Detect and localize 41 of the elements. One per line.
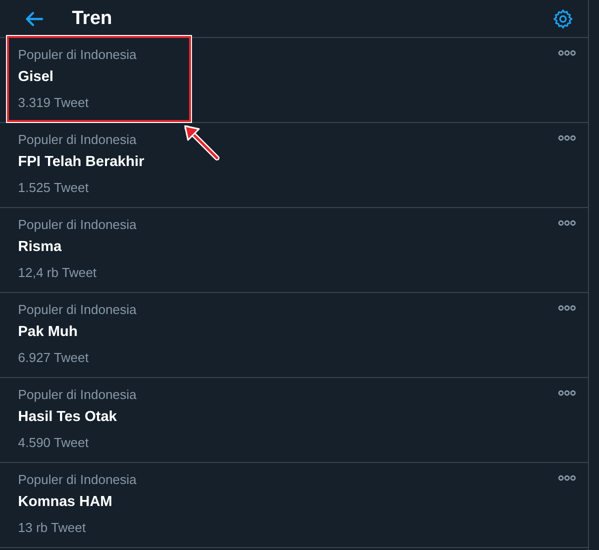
trend-category: Populer di Indonesia [18,301,137,318]
trend-name: Pak Muh [18,323,78,342]
more-button[interactable] [558,305,576,313]
more-icon [558,135,576,141]
page-title: Tren [72,8,114,30]
more-button[interactable] [558,50,576,58]
more-button[interactable] [558,220,576,228]
trend-name: Risma [18,238,62,257]
trend-item[interactable]: Populer di Indonesia Komnas HAM 13 rb Tweet [0,463,588,548]
more-icon [558,390,576,396]
tweet-count: 1.525 Tweet [18,179,89,196]
settings-icon [552,8,574,30]
trend-category: Populer di Indonesia [18,131,137,148]
trend-name: FPI Telah Berakhir [18,153,144,172]
trend-name: Hasil Tes Otak [18,408,117,427]
tweet-count: 4.590 Tweet [18,434,89,451]
trend-category: Populer di Indonesia [18,386,137,403]
more-icon [558,475,576,481]
trend-name: Komnas HAM [18,493,112,512]
trend-category: Populer di Indonesia [18,216,137,233]
trend-item[interactable]: Populer di Indonesia Pak Muh 6.927 Tweet [0,293,588,378]
trend-category: Populer di Indonesia [18,46,137,63]
more-button[interactable] [558,135,576,143]
back-button[interactable] [24,10,44,26]
trend-item[interactable]: Populer di Indonesia Gisel 3.319 Tweet [0,38,588,123]
trend-category: Populer di Indonesia [18,471,137,488]
tweet-count: 12,4 rb Tweet [18,264,97,281]
more-icon [558,50,576,56]
trend-item[interactable]: Populer di Indonesia Hasil Tes Otak 4.590 Tweet [0,378,588,463]
more-icon [558,305,576,311]
tweet-count: 3.319 Tweet [18,94,89,111]
trend-name: Gisel [18,68,54,87]
back-arrow-icon [24,10,44,26]
settings-button[interactable] [552,8,574,30]
tweet-count: 13 rb Tweet [18,519,86,536]
trend-item[interactable]: Populer di Indonesia Risma 12,4 rb Tweet [0,208,588,293]
trend-item[interactable]: Populer di Indonesia FPI Telah Berakhir 1.525 Tweet [0,123,588,208]
more-button[interactable] [558,475,576,483]
more-button[interactable] [558,390,576,398]
tweet-count: 6.927 Tweet [18,349,89,366]
more-icon [558,220,576,226]
